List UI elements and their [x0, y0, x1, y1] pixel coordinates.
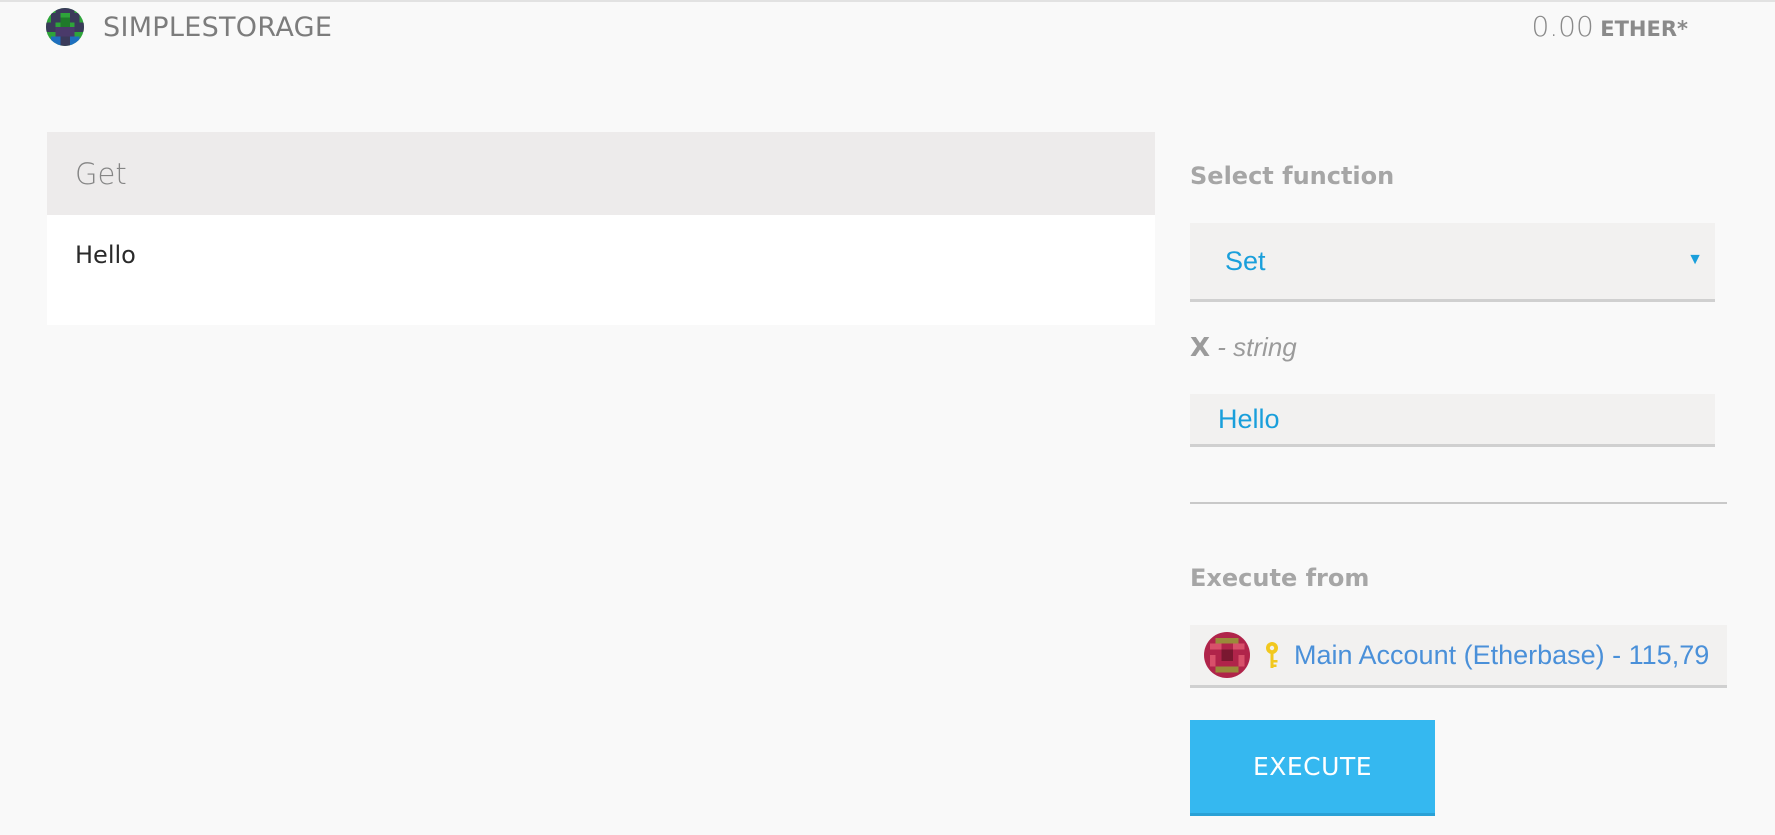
account-name: Main Account (Etherbase) - 115,79 [1294, 639, 1710, 670]
selected-function: Set [1225, 245, 1266, 276]
read-function-result: Hello [47, 215, 1155, 325]
param-x-input[interactable] [1190, 394, 1715, 447]
function-select[interactable]: Set ▼ [1190, 223, 1715, 302]
key-icon [1266, 642, 1278, 668]
execute-from-label: Execute from [1190, 564, 1370, 592]
read-function-card: Get Hello [47, 132, 1155, 325]
read-function-name: Get [75, 156, 127, 191]
execute-button[interactable]: EXECUTE [1190, 720, 1435, 816]
param-separator: - [1210, 332, 1234, 362]
triangle-down-icon: ▼ [1687, 251, 1703, 268]
balance: 0.00 ETHER* [1531, 10, 1688, 43]
balance-unit: ETHER* [1600, 17, 1688, 41]
select-function-label: Select function [1190, 162, 1395, 190]
param-name: X [1190, 333, 1211, 363]
balance-amount: 0.00 [1531, 10, 1594, 43]
read-function-header: Get [47, 132, 1155, 215]
contract-identicon [46, 8, 84, 46]
read-function-value: Hello [75, 241, 136, 269]
account-select[interactable]: Main Account (Etherbase) - 115,79 [1190, 625, 1727, 688]
account-identicon [1204, 632, 1250, 678]
divider [1190, 502, 1727, 504]
param-label: X - string [1190, 332, 1297, 363]
contract-name: SIMPLESTORAGE [103, 12, 333, 43]
param-type: string [1233, 332, 1297, 362]
